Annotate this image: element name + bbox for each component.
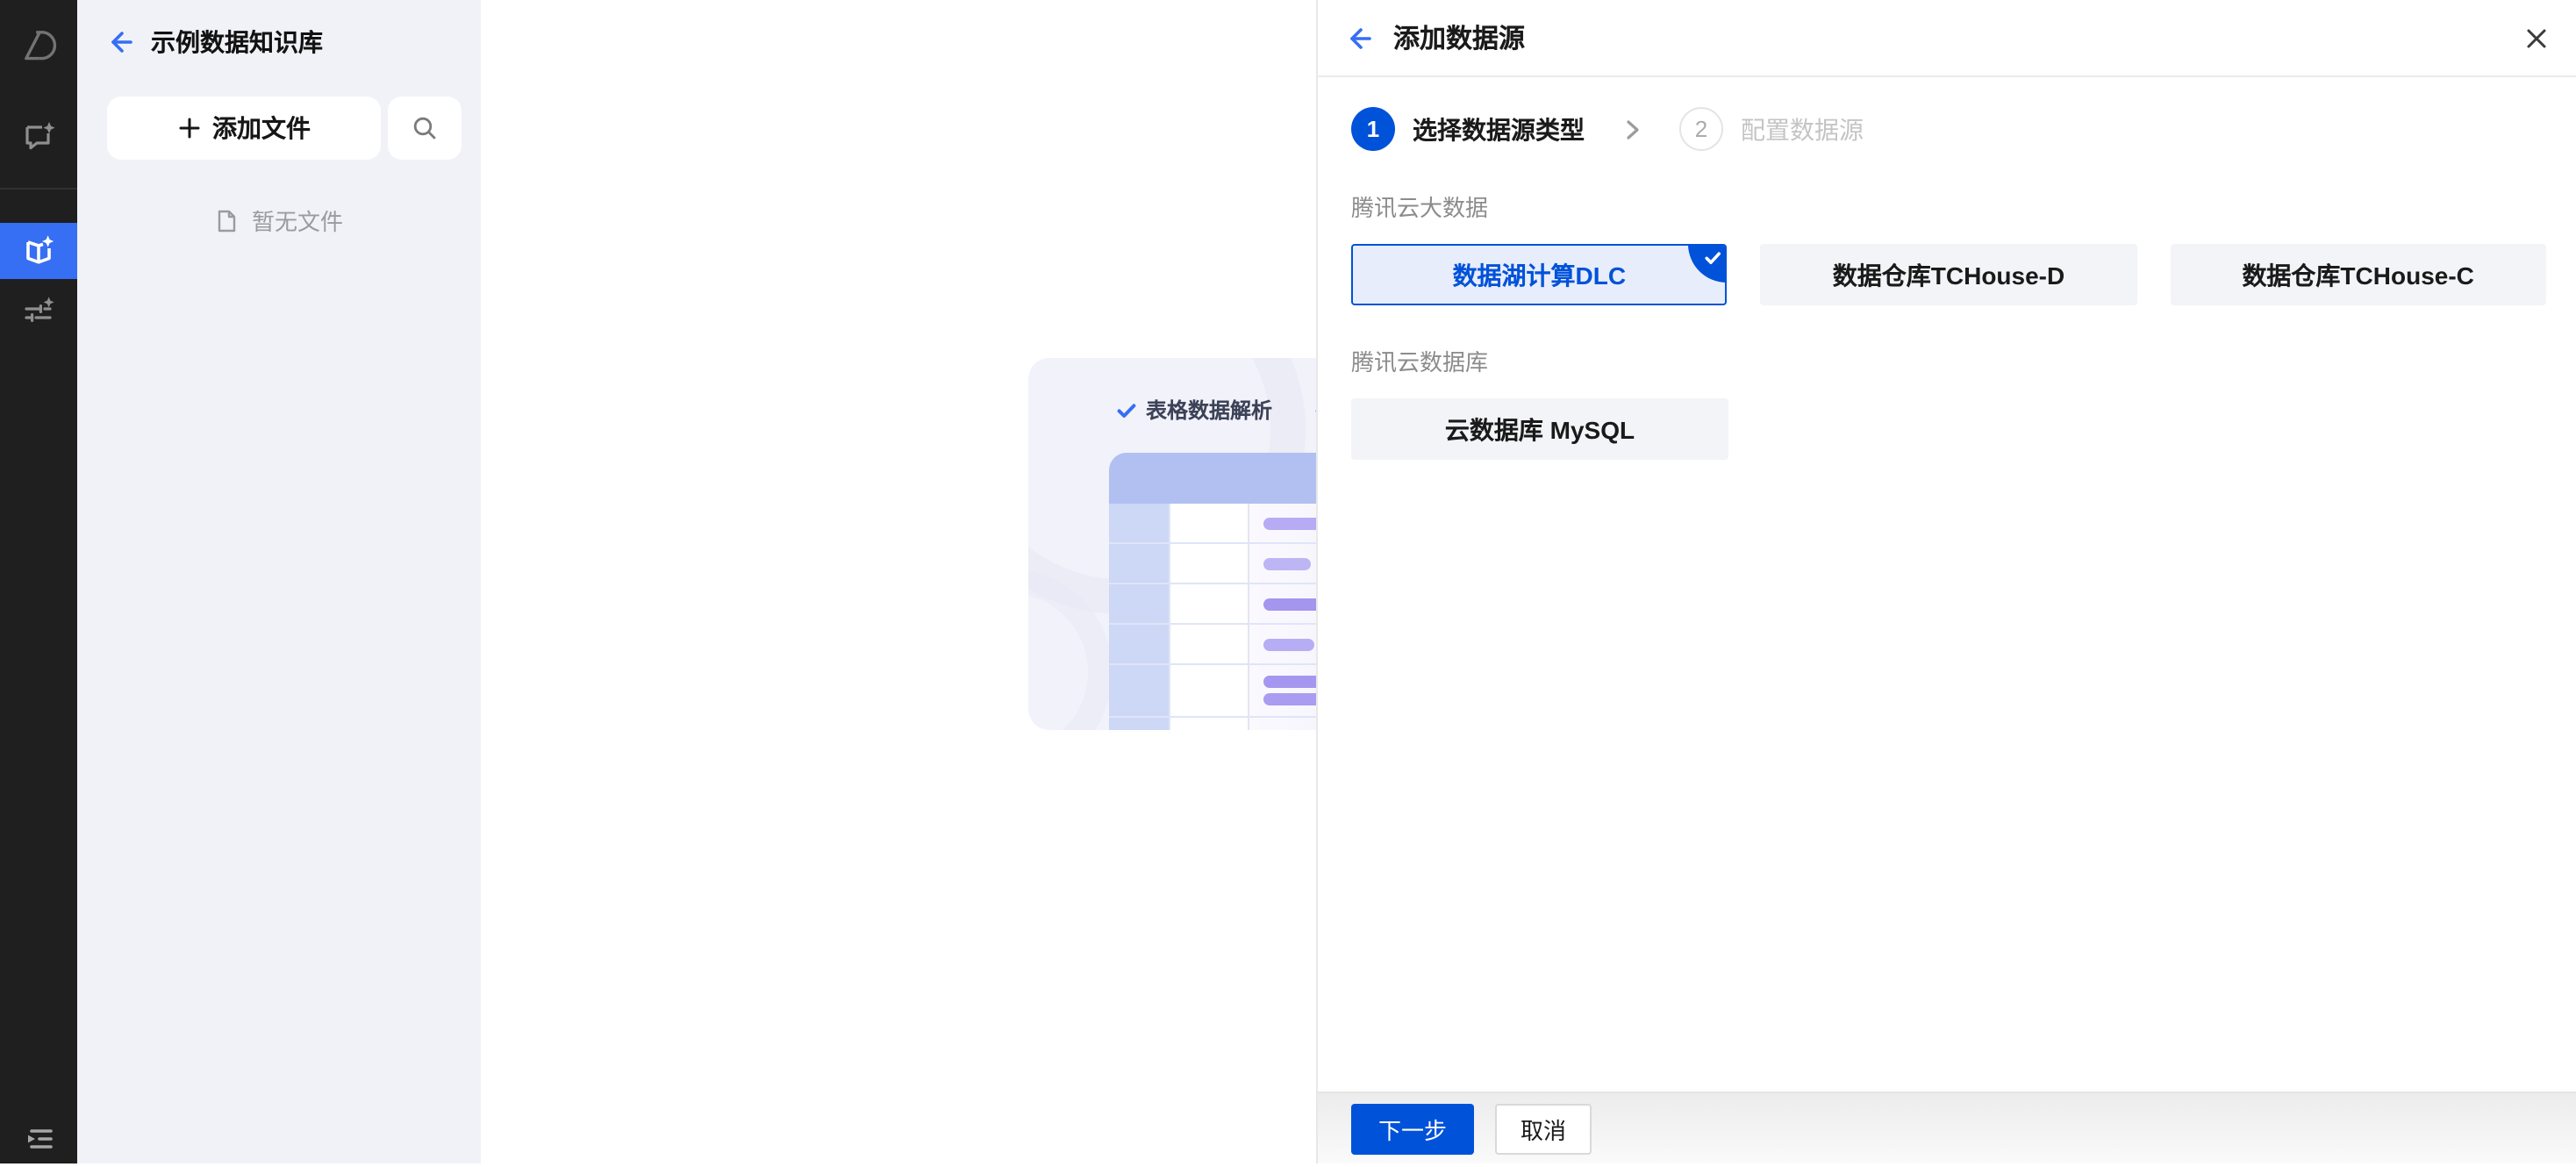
step-label: 选择数据源类型 bbox=[1413, 111, 1585, 147]
library-title: 示例数据知识库 bbox=[151, 28, 323, 56]
steps-bar: 1 选择数据源类型 2 配置数据源 bbox=[1351, 107, 2546, 151]
cancel-button[interactable]: 取消 bbox=[1495, 1103, 1592, 1154]
card-row-bigdata: 数据湖计算DLC 数据仓库TCHouse-D 数据仓库TCHouse-C bbox=[1351, 244, 2546, 305]
check-icon bbox=[1705, 249, 1722, 267]
card-tchouse-c[interactable]: 数据仓库TCHouse-C bbox=[2170, 244, 2546, 305]
card-label: 云数据库 MySQL bbox=[1445, 412, 1635, 447]
logo-icon[interactable] bbox=[0, 18, 77, 74]
card-mysql[interactable]: 云数据库 MySQL bbox=[1351, 398, 1728, 460]
back-arrow-icon[interactable] bbox=[1346, 24, 1374, 52]
feature-item: 表格数据解析 bbox=[1116, 395, 1272, 425]
card-dlc[interactable]: 数据湖计算DLC bbox=[1351, 244, 1728, 305]
drawer-footer: 下一步 取消 bbox=[1318, 1092, 2576, 1163]
card-label: 数据湖计算DLC bbox=[1453, 257, 1627, 292]
step-number: 2 bbox=[1679, 107, 1723, 151]
next-step-button[interactable]: 下一步 bbox=[1351, 1103, 1474, 1154]
step-select-type: 1 选择数据源类型 bbox=[1351, 107, 1585, 151]
drawer-header: 添加数据源 bbox=[1318, 0, 2576, 77]
section-label-database: 腾讯云数据库 bbox=[1351, 344, 2546, 377]
search-icon bbox=[411, 114, 439, 142]
add-datasource-drawer: 添加数据源 1 选择数据源类型 2 配置数据源 bbox=[1316, 0, 2576, 1163]
chat-sparkle-icon[interactable] bbox=[0, 109, 77, 165]
drawer-title: 添加数据源 bbox=[1393, 19, 1525, 56]
close-icon[interactable] bbox=[2522, 23, 2551, 53]
collapse-menu-icon[interactable] bbox=[0, 1111, 77, 1167]
library-panel: 示例数据知识库 添加文件 暂无文件 bbox=[77, 0, 481, 1163]
step-number: 1 bbox=[1351, 107, 1395, 151]
library-panel-header: 示例数据知识库 bbox=[77, 0, 481, 56]
back-arrow-icon[interactable] bbox=[107, 28, 135, 56]
document-icon bbox=[215, 208, 240, 233]
step-label: 配置数据源 bbox=[1741, 111, 1864, 147]
drawer-body: 1 选择数据源类型 2 配置数据源 腾讯云大数据 数据湖计算DLC bbox=[1318, 77, 2576, 1092]
empty-text: 暂无文件 bbox=[252, 204, 343, 237]
card-label: 数据仓库TCHouse-C bbox=[2242, 257, 2473, 292]
card-tchouse-d[interactable]: 数据仓库TCHouse-D bbox=[1761, 244, 2137, 305]
library-actions: 添加文件 bbox=[77, 97, 481, 160]
search-button[interactable] bbox=[388, 97, 462, 160]
sidebar-divider bbox=[0, 188, 77, 190]
tuning-sparkle-icon[interactable] bbox=[0, 284, 77, 340]
knowledge-book-icon[interactable] bbox=[0, 223, 77, 279]
plus-icon bbox=[177, 116, 202, 140]
section-label-bigdata: 腾讯云大数据 bbox=[1351, 190, 2546, 223]
chevron-right-icon bbox=[1620, 117, 1644, 141]
selected-check-badge bbox=[1689, 244, 1728, 283]
app-window: 示例数据知识库 添加文件 暂无文件 bbox=[0, 0, 2576, 1163]
icon-sidebar bbox=[0, 0, 77, 1163]
card-label: 数据仓库TCHouse-D bbox=[1833, 257, 2064, 292]
add-file-label: 添加文件 bbox=[212, 111, 311, 146]
empty-state: 暂无文件 bbox=[77, 204, 481, 237]
card-row-database: 云数据库 MySQL bbox=[1351, 398, 2546, 460]
add-file-button[interactable]: 添加文件 bbox=[107, 97, 381, 160]
check-icon bbox=[1116, 399, 1137, 420]
step-configure: 2 配置数据源 bbox=[1679, 107, 1864, 151]
